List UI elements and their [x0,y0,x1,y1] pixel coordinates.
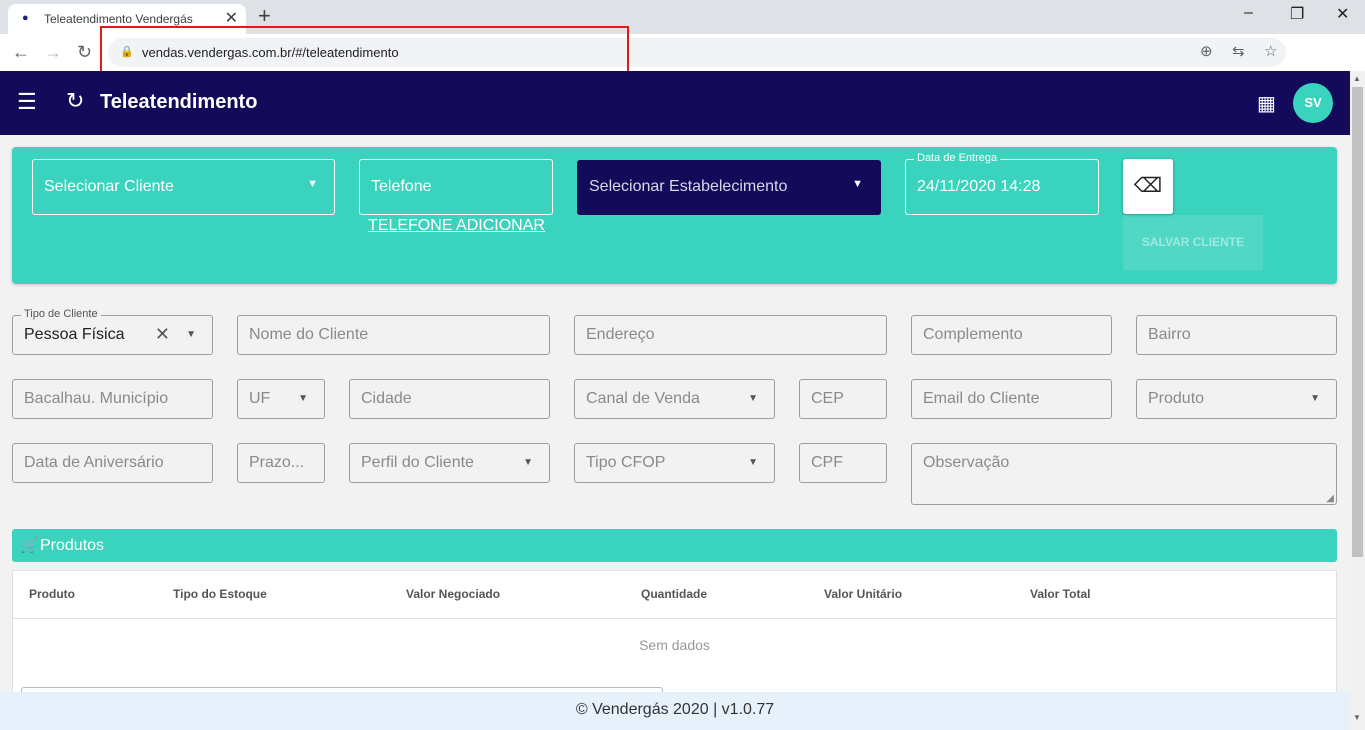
scroll-down-icon[interactable]: ▼ [1353,713,1361,722]
column-header[interactable]: Valor Unitário [824,587,902,601]
minimize-icon[interactable]: – [1244,4,1253,22]
footer: © Vendergás 2020 | v1.0.77 [0,692,1350,730]
bairro-input[interactable]: Bairro [1136,315,1337,355]
user-avatar[interactable]: SV [1293,83,1333,123]
scroll-up-icon[interactable]: ▲ [1353,74,1361,83]
chevron-down-icon: ▼ [298,393,308,404]
clear-icon[interactable]: ✕ [155,324,170,345]
nome-cliente-placeholder: Nome do Cliente [249,326,369,343]
chevron-down-icon: ▼ [1310,393,1320,404]
forward-icon[interactable]: → [44,42,62,63]
restore-icon[interactable]: ❐ [1290,4,1304,24]
table-divider [13,618,1336,619]
data-entrega-value: 24/11/2020 14:28 [917,178,1041,195]
canal-venda-select[interactable]: Canal de Venda ▼ [574,379,775,419]
data-aniversario-input[interactable]: Data de Aniversário [12,443,213,483]
chevron-down-icon: ▼ [307,178,318,190]
page-title: Teleatendimento [100,91,258,113]
observacao-placeholder: Observação [923,454,1010,471]
eraser-button[interactable]: ⌫ [1123,159,1173,214]
municipio-input[interactable]: Bacalhau. Município [12,379,213,419]
tipo-cfop-select[interactable]: Tipo CFOP ▼ [574,443,775,483]
building-icon[interactable]: ▦ [1257,91,1276,116]
produtos-table: Produto Tipo do Estoque Valor Negociado … [12,570,1337,700]
tipo-cliente-select[interactable]: Tipo de Cliente Pessoa Física ✕ ▼ [12,308,213,355]
complemento-placeholder: Complemento [923,326,1023,343]
eraser-icon: ⌫ [1133,175,1163,197]
produto-placeholder: Produto [1148,390,1205,407]
uf-select[interactable]: UF ▼ [237,379,325,419]
municipio-placeholder: Bacalhau. Município [24,390,169,407]
endereco-placeholder: Endereço [586,326,655,343]
select-cliente-text: Selecionar Cliente [44,178,174,195]
cep-input[interactable]: CEP [799,379,887,419]
telefone-placeholder: Telefone [371,178,432,195]
perfil-cliente-select[interactable]: Perfil do Cliente ▼ [349,443,550,483]
produtos-title: Produtos [40,537,105,554]
complemento-input[interactable]: Complemento [911,315,1112,355]
tipo-cliente-label: Tipo de Cliente [21,308,101,320]
email-placeholder: Email do Cliente [923,390,1040,407]
observacao-textarea[interactable]: Observação ◢ [911,443,1337,505]
tab-title: Teleatendimento Vendergás [44,12,193,26]
chevron-down-icon: ▼ [748,457,758,468]
telefone-adicionar-link[interactable]: TELEFONE ADICIONAR [368,217,545,235]
cidade-input[interactable]: Cidade [349,379,550,419]
column-header[interactable]: Valor Negociado [406,587,500,601]
email-input[interactable]: Email do Cliente [911,379,1112,419]
salvar-cliente-button[interactable]: SALVAR CLIENTE [1123,215,1263,270]
data-aniversario-placeholder: Data de Aniversário [24,454,164,471]
perfil-cliente-placeholder: Perfil do Cliente [361,454,474,471]
site-favicon-icon: ● [22,12,29,24]
cidade-placeholder: Cidade [361,390,412,407]
bookmark-star-icon[interactable]: ☆ [1264,42,1277,60]
app-header: ☰ ↻ Teleatendimento ▦ SV [0,71,1350,135]
back-icon[interactable]: ← [12,42,30,63]
cpf-placeholder: CPF [811,454,843,471]
produtos-header: 🛒 Produtos [12,529,1337,562]
produto-select[interactable]: Produto ▼ [1136,379,1337,419]
tipo-cfop-placeholder: Tipo CFOP [586,454,666,471]
tipo-cliente-value: Pessoa Física [24,326,125,343]
column-header[interactable]: Valor Total [1030,587,1090,601]
chevron-down-icon: ▼ [852,178,863,190]
uf-placeholder: UF [249,390,271,407]
resize-handle-icon[interactable]: ◢ [1326,493,1334,504]
window-close-icon[interactable]: ✕ [1336,4,1349,24]
column-header[interactable]: Tipo do Estoque [173,587,267,601]
cpf-input[interactable]: CPF [799,443,887,483]
install-icon[interactable]: ⊕ [1200,42,1213,60]
data-entrega-label: Data de Entrega [914,152,1001,164]
column-header[interactable]: Quantidade [641,587,707,601]
cart-icon: 🛒 [20,537,39,554]
scrollbar-thumb[interactable] [1352,87,1363,557]
data-entrega-input[interactable]: Data de Entrega 24/11/2020 14:28 [905,152,1099,215]
hamburger-menu-icon[interactable]: ☰ [17,89,37,115]
reload-page-icon[interactable]: ↻ [77,42,92,63]
bairro-placeholder: Bairro [1148,326,1191,343]
chevron-down-icon: ▼ [523,457,533,468]
page-scrollbar[interactable]: ▲ ▼ [1350,71,1365,730]
chevron-down-icon: ▼ [186,329,196,340]
refresh-icon[interactable]: ↻ [66,88,84,114]
endereco-input[interactable]: Endereço [574,315,887,355]
nome-cliente-input[interactable]: Nome do Cliente [237,315,550,355]
translate-icon[interactable]: ⇆ [1232,42,1245,60]
cep-placeholder: CEP [811,390,844,407]
telefone-input[interactable]: Telefone [359,159,553,215]
select-estabelecimento[interactable]: Selecionar Estabelecimento ▼ [577,160,881,215]
prazo-input[interactable]: Prazo... [237,443,325,483]
select-estabelecimento-text: Selecionar Estabelecimento [589,178,788,195]
empty-state-text: Sem dados [639,637,710,653]
canal-venda-placeholder: Canal de Venda [586,390,700,407]
prazo-placeholder: Prazo... [249,454,305,471]
chevron-down-icon: ▼ [748,393,758,404]
close-tab-icon[interactable]: ✕ [225,8,238,28]
new-tab-icon[interactable]: + [258,4,271,28]
select-cliente[interactable]: Selecionar Cliente ▼ [32,159,335,215]
column-header[interactable]: Produto [29,587,75,601]
